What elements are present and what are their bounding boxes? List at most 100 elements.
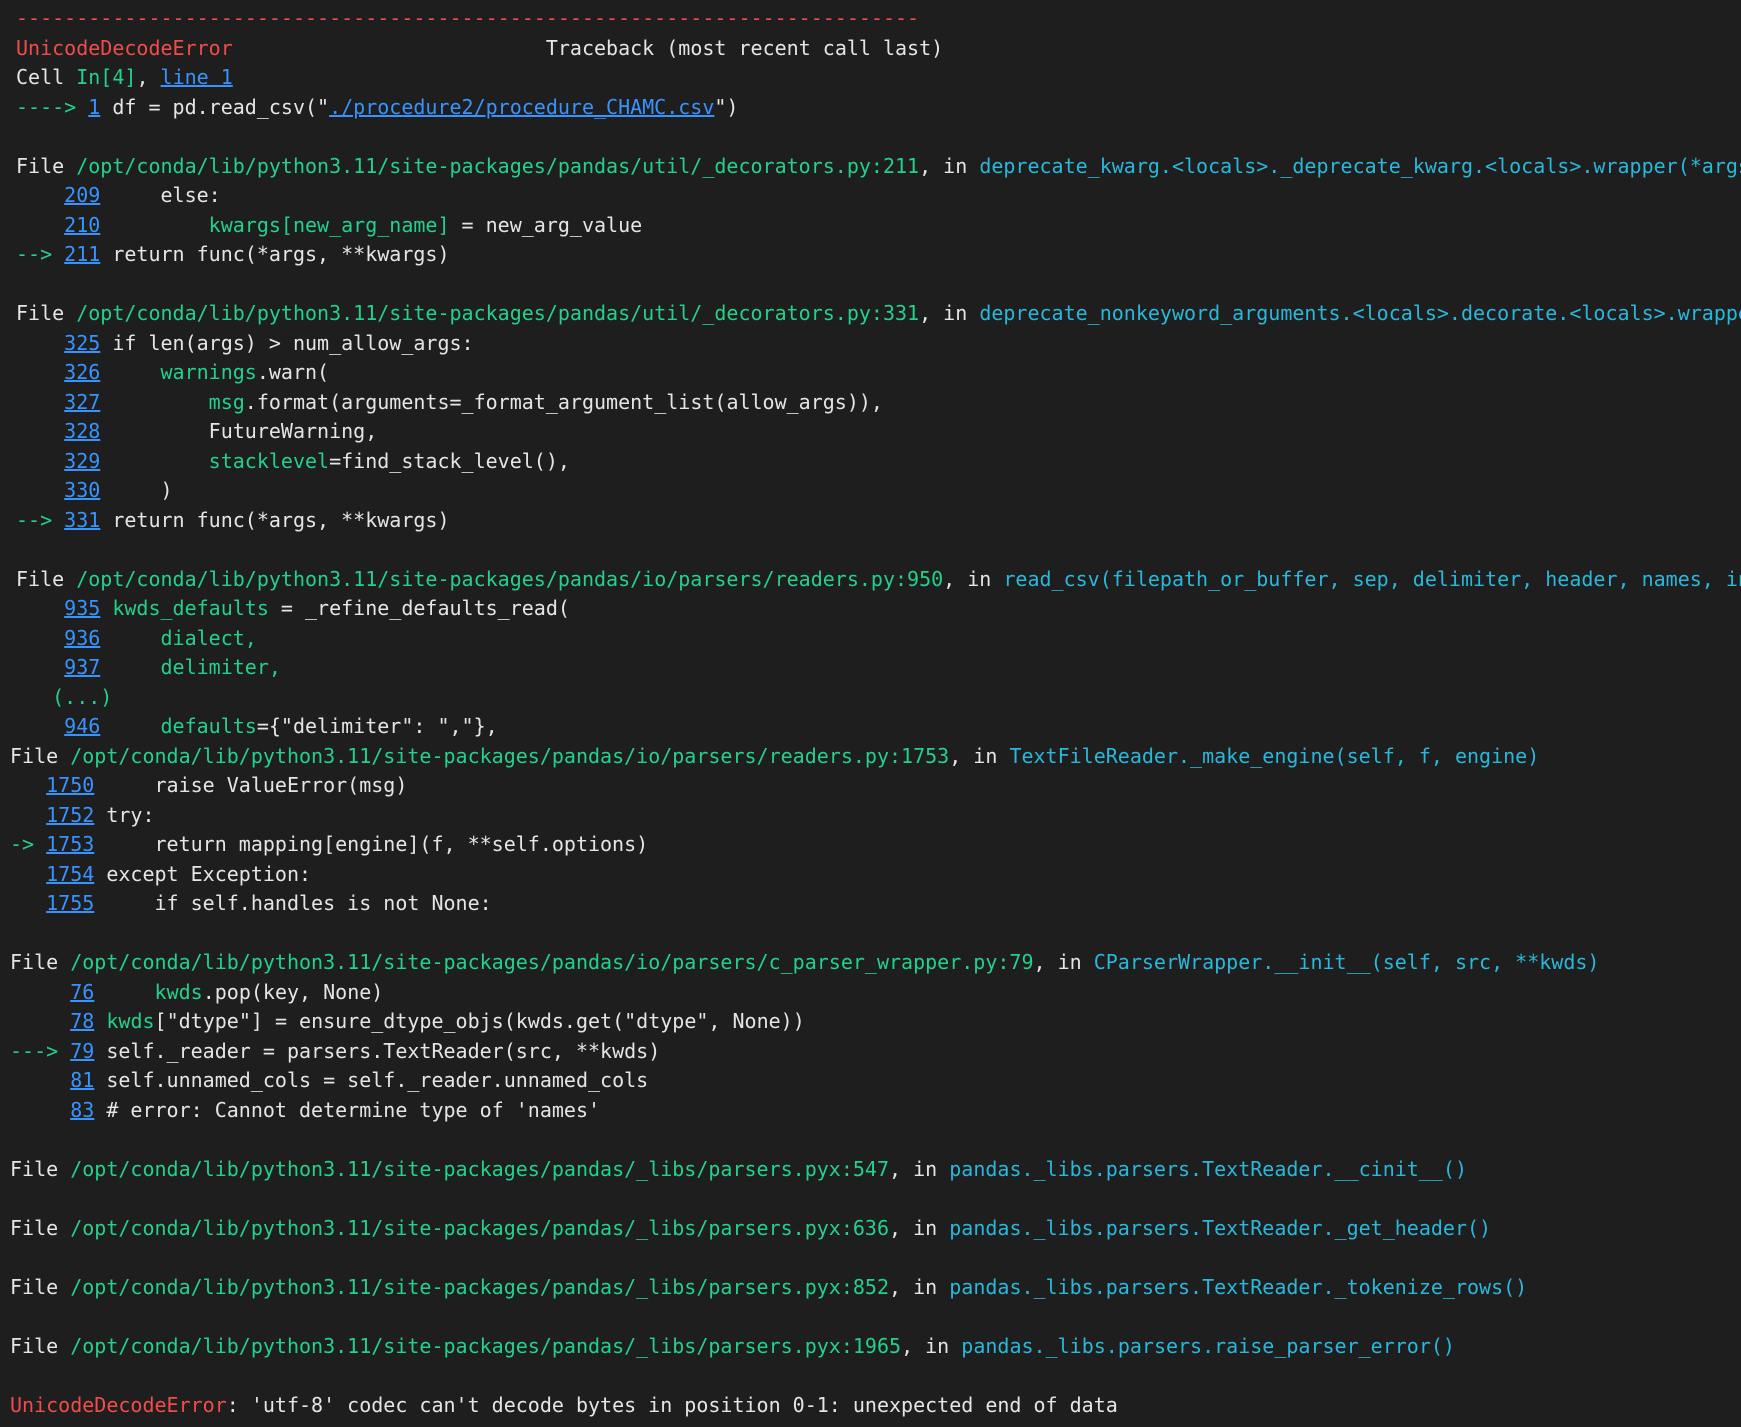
frame-header: File /opt/conda/lib/python3.11/site-pack… xyxy=(10,743,1540,768)
cell-line-link[interactable]: line 1 xyxy=(161,65,233,89)
code-line-current: --> 331 return func(*args, **kwargs) xyxy=(16,507,450,532)
final-error-line: UnicodeDecodeError: 'utf-8' codec can't … xyxy=(10,1391,1741,1421)
frame-path[interactable]: /opt/conda/lib/python3.11/site-packages/… xyxy=(70,1216,889,1240)
code-line: 209 else: xyxy=(64,183,221,207)
frame-path[interactable]: /opt/conda/lib/python3.11/site-packages/… xyxy=(70,950,1033,974)
frame-path[interactable]: /opt/conda/lib/python3.11/site-packages/… xyxy=(70,744,949,768)
line-number-link[interactable]: 210 xyxy=(64,213,100,237)
traceback-title: Traceback (most recent call last) xyxy=(545,35,944,60)
code-line: 1755 if self.handles is not None: xyxy=(46,891,492,915)
frame-function: pandas._libs.parsers.TextReader._get_hea… xyxy=(949,1215,1492,1240)
code-line: 1752 try: xyxy=(46,802,155,827)
line-number-link[interactable]: 325 xyxy=(64,331,100,355)
frame-function: TextFileReader._make_engine(self, f, eng… xyxy=(1009,743,1540,768)
code-line-current: ---> 79 self._reader = parsers.TextReade… xyxy=(10,1038,661,1063)
line-number-link[interactable]: 78 xyxy=(70,1009,94,1033)
code-line: 83 # error: Cannot determine type of 'na… xyxy=(70,1097,601,1122)
line-number-link[interactable]: 1753 xyxy=(46,832,94,856)
line-number-link[interactable]: 81 xyxy=(70,1068,94,1092)
code-line-current: -> 1753 return mapping[engine](f, **self… xyxy=(10,832,649,856)
final-error-message: : 'utf-8' codec can't decode bytes in po… xyxy=(226,1392,1118,1417)
ellipsis: (...) xyxy=(52,684,113,709)
frame-header: File /opt/conda/lib/python3.11/site-pack… xyxy=(10,1156,1467,1181)
frame-header: File /opt/conda/lib/python3.11/site-pack… xyxy=(16,565,1741,595)
line-number-link[interactable]: 936 xyxy=(64,626,100,650)
code-line: 937 delimiter, xyxy=(64,655,281,679)
line-number-link[interactable]: 329 xyxy=(64,449,100,473)
line-number-link[interactable]: 209 xyxy=(64,183,100,207)
code-line: 329 stacklevel=find_stack_level(), xyxy=(64,448,570,473)
code-line: 330 ) xyxy=(64,478,173,502)
code-line: 946 defaults={"delimiter": ","}, xyxy=(64,714,498,738)
separator-line: ----------------------------------------… xyxy=(16,4,1741,34)
code-line: 935 kwds_defaults = _refine_defaults_rea… xyxy=(64,596,570,620)
code-line: 326 warnings.warn( xyxy=(64,360,330,384)
frame-header: File /opt/conda/lib/python3.11/site-pack… xyxy=(10,1215,1492,1240)
code-line: 210 kwargs[new_arg_name] = new_arg_value xyxy=(64,212,643,237)
frame-header: File /opt/conda/lib/python3.11/site-pack… xyxy=(10,1274,1528,1299)
code-line: 328 FutureWarning, xyxy=(64,419,378,443)
code-line: 936 dialect, xyxy=(64,625,257,650)
code-line: 1750 raise ValueError(msg) xyxy=(46,773,408,797)
line-number-link[interactable]: 76 xyxy=(70,980,94,1004)
frame-path[interactable]: /opt/conda/lib/python3.11/site-packages/… xyxy=(76,567,943,591)
frame-header: File /opt/conda/lib/python3.11/site-pack… xyxy=(10,1333,1455,1358)
frame-function: pandas._libs.parsers.TextReader._tokeniz… xyxy=(949,1274,1528,1299)
code-line: 325 if len(args) > num_allow_args: xyxy=(64,330,474,355)
code-line: 81 self.unnamed_cols = self._reader.unna… xyxy=(70,1068,649,1092)
line-number-link[interactable]: 83 xyxy=(70,1098,94,1122)
frame-header: File /opt/conda/lib/python3.11/site-pack… xyxy=(16,152,1741,182)
traceback-output: ----------------------------------------… xyxy=(10,4,1741,1420)
frame-function: pandas._libs.parsers.TextReader.__cinit_… xyxy=(949,1156,1467,1181)
frame-path[interactable]: /opt/conda/lib/python3.11/site-packages/… xyxy=(70,1275,889,1299)
code-line: 1754 except Exception: xyxy=(46,861,312,886)
line-number-link[interactable]: 326 xyxy=(64,360,100,384)
frame-header: File /opt/conda/lib/python3.11/site-pack… xyxy=(16,299,1741,329)
line-number-link[interactable]: 328 xyxy=(64,419,100,443)
line-number-link[interactable]: 1755 xyxy=(46,891,94,915)
line-number-link[interactable]: 327 xyxy=(64,390,100,414)
code-line: 76 kwds.pop(key, None) xyxy=(70,979,384,1004)
frame-path[interactable]: /opt/conda/lib/python3.11/site-packages/… xyxy=(70,1334,901,1358)
line-number-link[interactable]: 79 xyxy=(70,1039,94,1063)
frame-path[interactable]: /opt/conda/lib/python3.11/site-packages/… xyxy=(70,1157,889,1181)
cell-line: Cell In[4], line 1 xyxy=(16,65,233,89)
frame-function: deprecate_kwarg.<locals>._deprecate_kwar… xyxy=(979,153,1741,178)
line-number-link[interactable]: 1750 xyxy=(46,773,94,797)
line-number-link[interactable]: 935 xyxy=(64,596,100,620)
code-line: 327 msg.format(arguments=_format_argumen… xyxy=(64,389,883,414)
line-number-link[interactable]: 211 xyxy=(64,242,100,266)
code-line: 78 kwds["dtype"] = ensure_dtype_objs(kwd… xyxy=(70,1009,805,1033)
entry-code-line: ----> 1 df = pd.read_csv("./procedure2/p… xyxy=(16,94,739,119)
line-number-link[interactable]: 1 xyxy=(88,95,100,119)
cell-ref: In[4] xyxy=(76,65,137,89)
line-number-link[interactable]: 937 xyxy=(64,655,100,679)
frame-header: File /opt/conda/lib/python3.11/site-pack… xyxy=(10,950,1600,974)
line-number-link[interactable]: 1752 xyxy=(46,803,94,827)
frame-function: CParserWrapper.__init__(self, src, **kwd… xyxy=(1093,950,1600,974)
frame-path[interactable]: /opt/conda/lib/python3.11/site-packages/… xyxy=(76,154,919,178)
separator: ----------------------------------------… xyxy=(16,6,920,30)
final-error-type: UnicodeDecodeError xyxy=(10,1392,227,1417)
frame-function: read_csv(filepath_or_buffer, sep, delimi… xyxy=(1003,566,1741,591)
line-number-link[interactable]: 1754 xyxy=(46,862,94,886)
line-number-link[interactable]: 331 xyxy=(64,508,100,532)
ellipsis-line: (...) xyxy=(16,683,1741,713)
line-number-link[interactable]: 946 xyxy=(64,714,100,738)
error-type: UnicodeDecodeError xyxy=(16,35,233,60)
frame-path[interactable]: /opt/conda/lib/python3.11/site-packages/… xyxy=(76,301,919,325)
csv-path-link[interactable]: ./procedure2/procedure_CHAMC.csv xyxy=(329,95,714,119)
traceback-header: UnicodeDecodeError Traceback (most recen… xyxy=(16,34,1741,64)
frame-function: deprecate_nonkeyword_arguments.<locals>.… xyxy=(979,301,1741,325)
line-number-link[interactable]: 330 xyxy=(64,478,100,502)
frame-function: pandas._libs.parsers.raise_parser_error(… xyxy=(961,1333,1455,1358)
